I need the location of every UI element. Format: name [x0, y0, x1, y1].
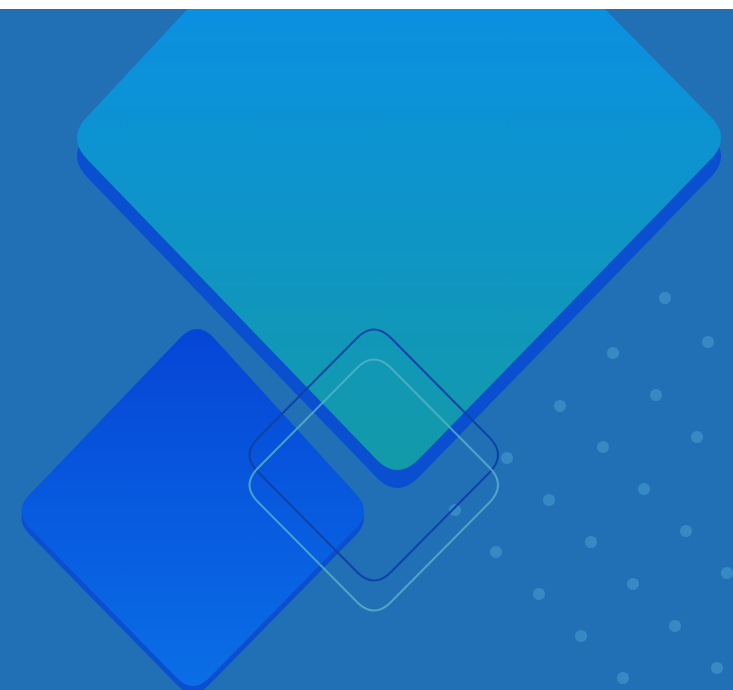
abstract-geometric-background: [0, 0, 733, 690]
top-edge-strip: [0, 0, 733, 9]
background-art: [0, 0, 733, 690]
